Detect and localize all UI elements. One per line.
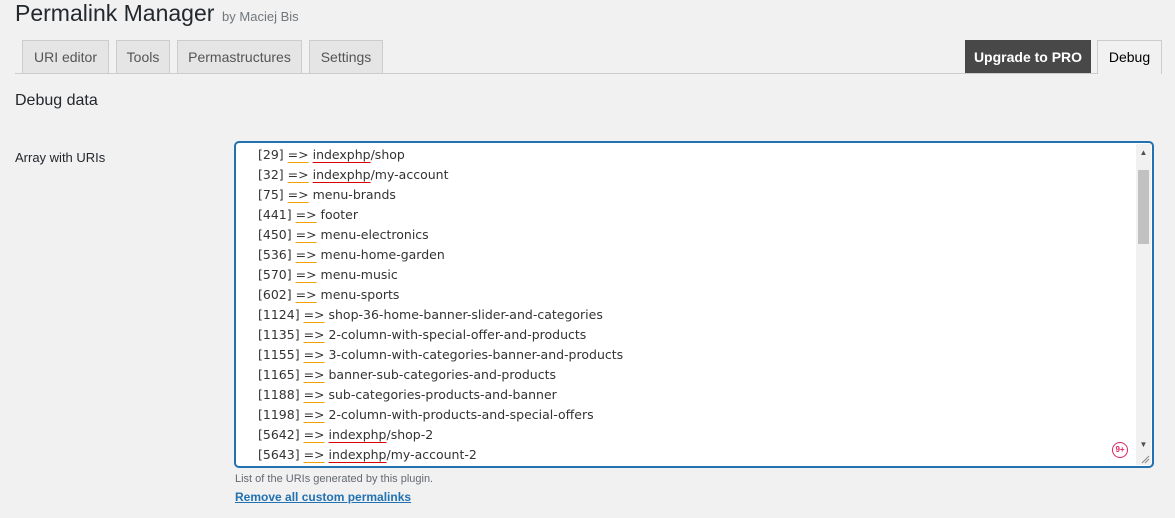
uri-arrow: => (303, 327, 325, 342)
uri-line: [29] => indexphp/shop (258, 145, 1132, 165)
notification-badge[interactable]: 9+ (1112, 442, 1128, 458)
uri-path: /shop (370, 147, 405, 162)
uri-path: /my-account (370, 167, 449, 182)
remove-custom-permalinks-link[interactable]: Remove all custom permalinks (235, 490, 411, 504)
page-title: Permalink Manager by Maciej Bis (15, 0, 299, 27)
uri-id: [1188] (258, 387, 300, 402)
tab-tools[interactable]: Tools (116, 40, 170, 73)
uri-arrow: => (303, 347, 325, 362)
uri-line: [5642] => indexphp/shop-2 (258, 425, 1132, 445)
uri-array-textarea[interactable]: [29] => indexphp/shop [32] => indexphp/my… (235, 142, 1153, 467)
uri-path: banner-sub-categories-and-products (328, 367, 557, 382)
uri-id: [29] (258, 147, 284, 162)
uri-path: sub-categories-products-and-banner (328, 387, 557, 402)
field-label: Array with URIs (15, 150, 106, 165)
uri-id: [602] (258, 287, 292, 302)
uri-id: [1165] (258, 367, 300, 382)
uri-line: [1124] => shop-36-home-banner-slider-and… (258, 305, 1132, 325)
uri-line: [1165] => banner-sub-categories-and-prod… (258, 365, 1132, 385)
uri-misspelled-word: indexphp (328, 427, 387, 442)
vertical-scrollbar[interactable]: ▲ ▼ (1136, 144, 1151, 465)
field-description: List of the URIs generated by this plugi… (235, 473, 434, 485)
uri-id: [441] (258, 207, 292, 222)
scroll-down-arrow-icon[interactable]: ▼ (1136, 436, 1151, 453)
uri-path: menu-sports (320, 287, 400, 302)
uri-line: [1155] => 3-column-with-categories-banne… (258, 345, 1132, 365)
uri-id: [1198] (258, 407, 300, 422)
uri-line: [450] => menu-electronics (258, 225, 1132, 245)
uri-path: footer (320, 207, 358, 222)
uri-arrow: => (295, 267, 317, 282)
uri-arrow: => (303, 427, 325, 442)
upgrade-to-pro-button[interactable]: Upgrade to PRO (965, 40, 1091, 73)
uri-arrow: => (295, 227, 317, 242)
uri-line: [1198] => 2-column-with-products-and-spe… (258, 405, 1132, 425)
uri-line: [570] => menu-music (258, 265, 1132, 285)
tab-debug[interactable]: Debug (1097, 40, 1162, 74)
uri-id: [32] (258, 167, 284, 182)
uri-misspelled-word: indexphp (312, 167, 371, 182)
uri-path: menu-home-garden (320, 247, 445, 262)
uri-arrow: => (295, 247, 317, 262)
uri-line: [1135] => 2-column-with-special-offer-an… (258, 325, 1132, 345)
uri-id: [5643] (258, 447, 300, 462)
uri-line: [1188] => sub-categories-products-and-ba… (258, 385, 1132, 405)
uri-path: shop-36-home-banner-slider-and-categorie… (328, 307, 603, 322)
tab-permastructures[interactable]: Permastructures (177, 40, 302, 73)
uri-id: [5642] (258, 427, 300, 442)
uri-misspelled-word: indexphp (312, 147, 371, 162)
tab-settings[interactable]: Settings (309, 40, 383, 73)
uri-id: [1124] (258, 307, 300, 322)
uri-id: [536] (258, 247, 292, 262)
uri-arrow: => (303, 447, 325, 462)
uri-misspelled-word: indexphp (328, 447, 387, 462)
uri-id: [570] (258, 267, 292, 282)
uri-path: menu-music (320, 267, 398, 282)
uri-line: [32] => indexphp/my-account (258, 165, 1132, 185)
uri-arrow: => (303, 367, 325, 382)
uri-id: [450] (258, 227, 292, 242)
uri-id: [75] (258, 187, 284, 202)
tab-uri-editor[interactable]: URI editor (22, 40, 109, 73)
uri-line: [75] => menu-brands (258, 185, 1132, 205)
uri-id: [1135] (258, 327, 300, 342)
uri-arrow: => (287, 147, 309, 162)
uri-arrow: => (295, 287, 317, 302)
uri-arrow: => (303, 307, 325, 322)
uri-line: [5643] => indexphp/my-account-2 (258, 445, 1132, 465)
scrollbar-thumb[interactable] (1138, 170, 1149, 244)
uri-path: menu-electronics (320, 227, 429, 242)
uri-arrow: => (287, 187, 309, 202)
uri-path: /shop-2 (386, 427, 434, 442)
uri-line: [536] => menu-home-garden (258, 245, 1132, 265)
section-title: Debug data (15, 92, 98, 109)
plugin-byline: by Maciej Bis (222, 9, 299, 24)
plugin-title: Permalink Manager (15, 0, 215, 26)
tabs-divider (15, 73, 1160, 74)
uri-path: 3-column-with-categories-banner-and-prod… (328, 347, 624, 362)
uri-id: [1155] (258, 347, 300, 362)
resize-handle-icon[interactable] (1141, 455, 1150, 464)
uri-lines: [29] => indexphp/shop [32] => indexphp/my… (258, 145, 1132, 465)
uri-arrow: => (303, 407, 325, 422)
uri-path: 2-column-with-special-offer-and-products (328, 327, 587, 342)
uri-line: [602] => menu-sports (258, 285, 1132, 305)
scroll-up-arrow-icon[interactable]: ▲ (1136, 144, 1151, 161)
uri-arrow: => (303, 387, 325, 402)
uri-line: [441] => footer (258, 205, 1132, 225)
uri-path: /my-account-2 (386, 447, 477, 462)
uri-path: menu-brands (312, 187, 396, 202)
uri-arrow: => (295, 207, 317, 222)
uri-path: 2-column-with-products-and-special-offer… (328, 407, 594, 422)
uri-arrow: => (287, 167, 309, 182)
